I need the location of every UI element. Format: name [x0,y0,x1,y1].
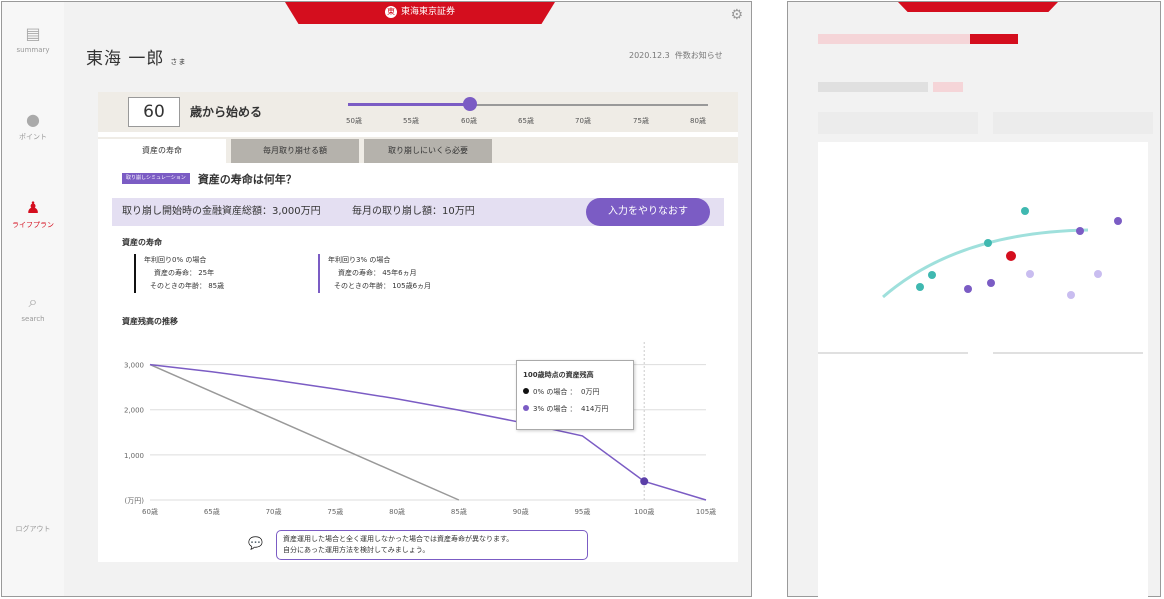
person-icon: ♟ [25,198,41,217]
chart-title: 資産残高の推移 [122,317,178,326]
slider-tick: 75歳 [633,117,649,125]
monthly-withdrawal-text: 毎月の取り崩し額：10万円 [352,206,475,217]
scatter-chart [882,207,1122,299]
slider-tick: 55歳 [403,117,419,125]
search-icon: ⌕ [28,292,38,311]
slider-tick: 65歳 [518,117,534,125]
x-tick-label: 95歳 [574,507,590,516]
active-filter-button[interactable] [970,34,1018,44]
x-tick-label: 80歳 [389,507,405,516]
redo-input-button[interactable]: 入力をやりなおす [586,198,710,226]
left-screen: 東東海東京証券 ⚙ ▤ summary ● ポイント ♟ ライフプラン ⌕ search… [1,1,752,597]
sidebar-item-logout[interactable]: ログアウト [2,524,64,534]
summary-card-right [993,112,1153,134]
x-tick-label: 75歳 [327,507,343,516]
scatter-card [818,142,1148,597]
brand-name: 東海東京証券 [400,7,455,17]
date-info: 2020.12.3 件数お知らせ [629,51,723,60]
list-divider [818,352,968,354]
age-slider-fill [348,103,469,106]
y-tick-label: 1,000 [124,452,144,460]
age-slider-row: 60 歳から始める 50歳 55歳 60歳 65歳 70歳 75歳 80歳 [98,92,738,132]
right-screen [787,1,1161,597]
start-age-label: 歳から始める [190,105,263,119]
highlight-point [640,477,649,486]
slider-tick: 60歳 [461,117,477,125]
sidebar-item-lifeplan[interactable]: ♟ ライフプラン [2,198,64,230]
y-tick-label: (万円) [125,497,145,505]
x-tick-label: 65歳 [204,507,220,516]
purple-dot-icon [523,405,529,411]
question-header: 取り崩しシミュレーション 資産の寿命は何年？ [122,168,297,187]
tab-required-amount[interactable]: 取り崩しにいくら必要 [364,139,492,163]
tab-asset-life[interactable]: 資産の寿命 [98,139,226,163]
slider-tick: 70歳 [575,117,591,125]
x-tick-label: 105歳 [696,507,716,516]
advice-box: 資産運用した場合と全く運用しなかった場合では資産寿命が異なります。 自分にあった… [276,530,588,560]
y-tick-label: 3,000 [124,362,144,370]
slider-tick: 50歳 [346,117,362,125]
tooltip-title: 100歳時点の資産残高 [523,371,594,379]
start-age-input[interactable]: 60 [128,97,180,127]
asset-balance-chart: (万円) 1,000 2,000 3,000 60歳 65歳 70歳 75歳 80歳 85歳 90歳… [124,342,716,516]
x-tick-label: 85歳 [451,507,467,516]
y-tick-label: 2,000 [124,407,144,415]
gear-icon[interactable]: ⚙ [730,7,743,23]
list-divider [993,352,1143,354]
select-field[interactable] [818,82,928,92]
x-tick-label: 100歳 [634,507,654,516]
input-summary-bar: 取り崩し開始時の金融資産総額：3,000万円 毎月の取り崩し額：10万円 入力を… [112,198,724,226]
case-3pct: 年利回り3% の場合 資産の寿命： 45年6ヵ月 そのときの年齢： 105歳6ヵ… [318,254,431,293]
brand-logo-icon: 東 [384,6,397,18]
sidebar-item-point[interactable]: ● ポイント [2,110,64,142]
tab-bar: 資産の寿命 毎月取り崩せる額 取り崩しにいくら必要 [98,137,738,163]
age-slider-handle[interactable] [463,97,477,111]
chart-tooltip: 100歳時点の資産残高 0% の場合 ： 0万円 3% の場合 ： 414万円 [516,360,634,430]
simulation-panel: 60 歳から始める 50歳 55歳 60歳 65歳 70歳 75歳 80歳 資産… [98,92,738,562]
sidebar: ▤ summary ● ポイント ♟ ライフプラン ⌕ search ログアウト [2,2,64,596]
lifespan-title: 資産の寿命 [122,238,162,247]
simulation-badge: 取り崩しシミュレーション [122,173,190,184]
x-tick-label: 70歳 [266,507,282,516]
start-assets-text: 取り崩し開始時の金融資産総額：3,000万円 [122,206,321,217]
case-0pct: 年利回り0% の場合 資産の寿命： 25年 そのときの年齢： 85歳 [134,254,224,293]
tooltip-row-0pct: 0% の場合 ： 0万円 [523,384,627,401]
brand-header-small [898,2,1058,12]
black-dot-icon [523,388,529,394]
sidebar-item-search[interactable]: ⌕ search [2,292,64,323]
brand-header: 東東海東京証券 [285,2,555,24]
chat-bubble-icon: 💬 [248,536,263,550]
tab-monthly-withdrawal[interactable]: 毎月取り崩せる額 [231,139,359,163]
user-name: 東海 一郎 さま [86,49,187,69]
slider-tick: 80歳 [690,117,706,125]
coin-icon: ● [26,110,40,129]
summary-card-left [818,112,978,134]
sidebar-item-summary[interactable]: ▤ summary [2,24,64,54]
apply-button[interactable] [933,82,963,92]
x-tick-label: 90歳 [513,507,529,516]
x-tick-label: 60歳 [142,507,158,516]
question-title: 資産の寿命は何年？ [197,172,297,186]
tooltip-row-3pct: 3% の場合 ： 414万円 [523,401,627,418]
briefcase-icon: ▤ [25,24,41,43]
